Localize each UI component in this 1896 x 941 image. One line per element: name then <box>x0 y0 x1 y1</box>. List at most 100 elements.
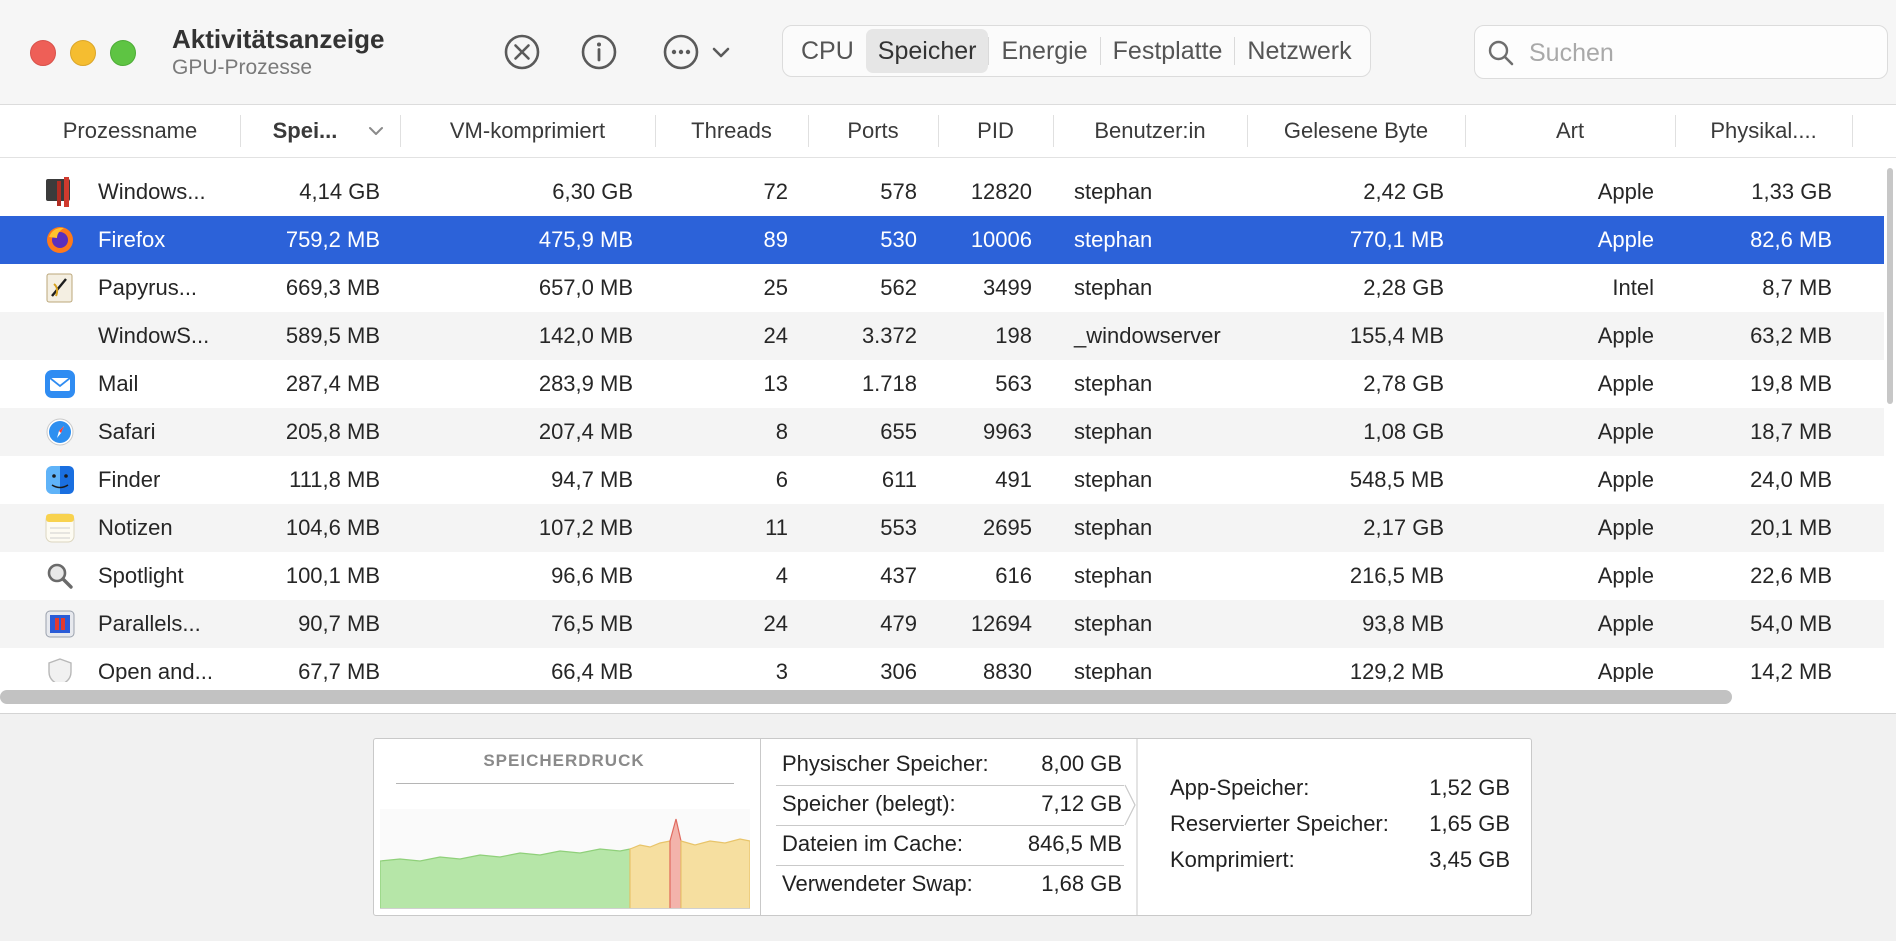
table-row[interactable]: Safari 205,8 MB 207,4 MB 8 655 9963 step… <box>0 408 1884 456</box>
memory-value: 90,7 MB <box>298 611 380 636</box>
toolbar: Aktivitätsanzeige GPU-Prozesse CPU Speic… <box>0 0 1896 105</box>
process-name: Firefox <box>98 227 166 252</box>
zoom-window-button[interactable] <box>110 40 136 66</box>
physical-value: 14,2 MB <box>1750 659 1832 682</box>
physical-value: 63,2 MB <box>1750 323 1832 348</box>
memory-value: 669,3 MB <box>285 275 380 300</box>
column-header-memory[interactable]: Spei... <box>240 105 370 157</box>
table-row[interactable]: WindowS... 589,5 MB 142,0 MB 24 3.372 19… <box>0 312 1884 360</box>
column-header-physical[interactable]: Physikal.... <box>1675 105 1852 157</box>
column-header-process-name[interactable]: Prozessname <box>20 105 240 157</box>
pid-value: 12694 <box>970 611 1032 636</box>
table-row[interactable]: Windows... 4,14 GB 6,30 GB 72 578 12820 … <box>0 168 1884 216</box>
inspect-process-button[interactable] <box>577 30 621 74</box>
table-row[interactable]: Parallels... 90,7 MB 76,5 MB 24 479 1269… <box>0 600 1884 648</box>
wired-memory-stat: Reservierter Speicher: 1,65 GB <box>1170 805 1510 843</box>
table-row[interactable]: Spotlight 100,1 MB 96,6 MB 4 437 616 ste… <box>0 552 1884 600</box>
swap-used-stat: Verwendeter Swap: 1,68 GB <box>782 865 1122 903</box>
ports-value: 3.372 <box>861 323 917 348</box>
ports-value: 530 <box>880 227 917 252</box>
tab-cpu[interactable]: CPU <box>789 29 866 73</box>
more-actions-button[interactable] <box>659 30 735 74</box>
threads-value: 89 <box>763 227 788 252</box>
tab-network[interactable]: Netzwerk <box>1235 29 1363 73</box>
vm-compressed-value: 6,30 GB <box>552 179 633 204</box>
minimize-window-button[interactable] <box>70 40 96 66</box>
bytes-read-value: 2,78 GB <box>1363 371 1444 396</box>
mail-icon <box>44 368 76 400</box>
search-field[interactable] <box>1474 25 1888 79</box>
windows-vm-icon <box>44 176 76 208</box>
table-row[interactable]: Mail 287,4 MB 283,9 MB 13 1.718 563 step… <box>0 360 1884 408</box>
table-row[interactable]: Notizen 104,6 MB 107,2 MB 11 553 2695 st… <box>0 504 1884 552</box>
vertical-scrollbar[interactable] <box>1887 168 1893 404</box>
app-memory-stat: App-Speicher: 1,52 GB <box>1170 769 1510 807</box>
bracket-connector <box>1124 739 1138 915</box>
ports-value: 562 <box>880 275 917 300</box>
pid-value: 3499 <box>983 275 1032 300</box>
bytes-read-value: 2,28 GB <box>1363 275 1444 300</box>
tab-disk[interactable]: Festplatte <box>1101 29 1235 73</box>
process-name: Safari <box>98 419 156 444</box>
column-header-ports[interactable]: Ports <box>808 105 938 157</box>
pid-value: 12820 <box>970 179 1032 204</box>
xmark-circle-icon <box>504 34 540 70</box>
tab-energy[interactable]: Energie <box>989 29 1099 73</box>
table-row-selected[interactable]: Firefox 759,2 MB 475,9 MB 89 530 10006 s… <box>0 216 1884 264</box>
kind-value: Apple <box>1597 419 1654 444</box>
bytes-read-value: 155,4 MB <box>1349 323 1444 348</box>
kind-value: Apple <box>1597 323 1654 348</box>
vm-compressed-value: 475,9 MB <box>538 227 633 252</box>
memory-used-stat: Speicher (belegt): 7,12 GB <box>782 785 1122 823</box>
bytes-read-value: 548,5 MB <box>1349 467 1444 492</box>
physical-value: 18,7 MB <box>1750 419 1832 444</box>
threads-value: 13 <box>763 371 788 396</box>
memory-value: 111,8 MB <box>289 467 380 492</box>
window-title: Aktivitätsanzeige <box>172 24 385 54</box>
physical-value: 54,0 MB <box>1750 611 1832 636</box>
column-header-threads[interactable]: Threads <box>655 105 808 157</box>
memory-value: 205,8 MB <box>285 419 380 444</box>
ports-value: 553 <box>880 515 917 540</box>
notes-icon <box>44 512 76 544</box>
column-header-vm-compressed[interactable]: VM-komprimiert <box>400 105 655 157</box>
column-header-bytes-read[interactable]: Gelesene Byte <box>1247 105 1465 157</box>
vm-compressed-value: 76,5 MB <box>551 611 633 636</box>
bytes-read-value: 1,08 GB <box>1363 419 1444 444</box>
table-row[interactable]: Finder 111,8 MB 94,7 MB 6 611 491 stepha… <box>0 456 1884 504</box>
memory-value: 759,2 MB <box>285 227 380 252</box>
physical-value: 24,0 MB <box>1750 467 1832 492</box>
column-header-user[interactable]: Benutzer:in <box>1053 105 1247 157</box>
column-header-pid[interactable]: PID <box>938 105 1053 157</box>
close-window-button[interactable] <box>30 40 56 66</box>
vm-compressed-value: 657,0 MB <box>538 275 633 300</box>
user-value: stephan <box>1074 611 1153 636</box>
stop-process-button[interactable] <box>500 30 544 74</box>
memory-value: 67,7 MB <box>298 659 380 682</box>
vm-compressed-value: 107,2 MB <box>538 515 633 540</box>
process-name: Mail <box>98 371 139 396</box>
table-header: Prozessname Spei... VM-komprimiert Threa… <box>0 105 1896 158</box>
physical-memory-value: 8,00 GB <box>1041 751 1122 776</box>
wired-memory-value: 1,65 GB <box>1429 811 1510 836</box>
kind-value: Apple <box>1597 227 1654 252</box>
bytes-read-value: 770,1 MB <box>1349 227 1444 252</box>
shield-icon <box>44 656 76 682</box>
compressed-memory-stat: Komprimiert: 3,45 GB <box>1170 841 1510 879</box>
memory-used-label: Speicher (belegt): <box>782 791 956 816</box>
vm-compressed-value: 207,4 MB <box>538 419 633 444</box>
bytes-read-value: 129,2 MB <box>1349 659 1444 682</box>
physical-value: 1,33 GB <box>1751 179 1832 204</box>
physical-value: 82,6 MB <box>1750 227 1832 252</box>
tab-memory[interactable]: Speicher <box>865 29 989 73</box>
column-header-kind[interactable]: Art <box>1465 105 1675 157</box>
user-value: stephan <box>1074 563 1153 588</box>
horizontal-scrollbar[interactable] <box>0 690 1732 704</box>
process-name: Parallels... <box>98 611 201 636</box>
cached-files-stat: Dateien im Cache: 846,5 MB <box>782 825 1122 863</box>
bytes-read-value: 2,17 GB <box>1363 515 1444 540</box>
search-input[interactable] <box>1527 36 1871 70</box>
table-row[interactable]: Open and... 67,7 MB 66,4 MB 3 306 8830 s… <box>0 648 1884 682</box>
table-row[interactable]: Papyrus... 669,3 MB 657,0 MB 25 562 3499… <box>0 264 1884 312</box>
ports-value: 655 <box>880 419 917 444</box>
